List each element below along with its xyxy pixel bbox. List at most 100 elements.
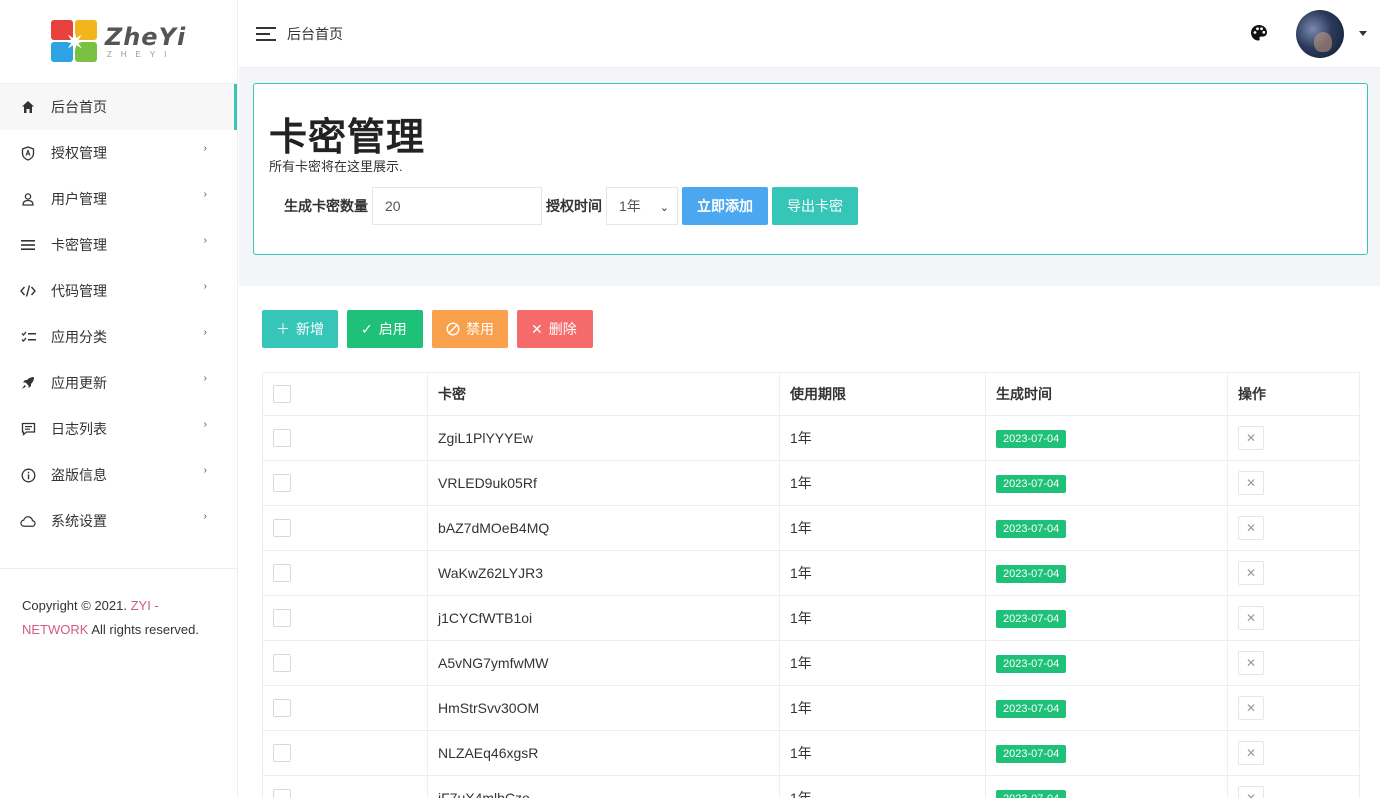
ban-icon	[446, 322, 460, 336]
card-period: 1年	[779, 550, 986, 596]
column-header-actions: 操作	[1227, 372, 1360, 416]
code-icon	[20, 283, 36, 299]
row-checkbox[interactable]	[273, 744, 291, 763]
table-header-row: 卡密 使用期限 生成时间 操作	[262, 372, 1360, 416]
card-period: 1年	[779, 415, 986, 461]
menu-toggle-icon[interactable]	[256, 26, 276, 41]
card-table: 卡密 使用期限 生成时间 操作 ZgiL1PlYYYEw 1年 2023-07-…	[262, 372, 1360, 798]
card-key: VRLED9uk05Rf	[427, 460, 780, 506]
row-delete-button[interactable]: ✕	[1238, 696, 1264, 720]
delete-button[interactable]: ✕ 删除	[517, 310, 593, 348]
sidebar-item-settings[interactable]: 系统设置 ›	[0, 498, 237, 544]
row-delete-button[interactable]: ✕	[1238, 651, 1264, 675]
row-checkbox[interactable]	[273, 474, 291, 493]
row-delete-button[interactable]: ✕	[1238, 786, 1264, 798]
sidebar-item-label: 盗版信息	[51, 467, 107, 483]
sidebar-item-label: 系统设置	[51, 513, 107, 529]
palette-icon[interactable]	[1250, 24, 1268, 45]
sidebar-item-label: 卡密管理	[51, 237, 107, 253]
page-subtitle: 所有卡密将在这里展示.	[269, 159, 403, 174]
sidebar-item-label: 代码管理	[51, 283, 107, 299]
date-badge: 2023-07-04	[996, 699, 1067, 718]
row-delete-button[interactable]: ✕	[1238, 516, 1264, 540]
column-header-created[interactable]: 生成时间	[985, 372, 1228, 416]
row-delete-button[interactable]: ✕	[1238, 741, 1264, 765]
time-select-value: 1年	[619, 198, 641, 214]
chevron-right-icon: ›	[203, 511, 207, 522]
chevron-right-icon: ›	[203, 143, 207, 154]
row-delete-button[interactable]: ✕	[1238, 426, 1264, 450]
sidebar-item-label: 日志列表	[51, 421, 107, 437]
sidebar-item-label: 应用分类	[51, 329, 107, 345]
date-badge: 2023-07-04	[996, 474, 1067, 493]
row-checkbox[interactable]	[273, 564, 291, 583]
row-checkbox[interactable]	[273, 609, 291, 628]
table-row: bAZ7dMOeB4MQ 1年 2023-07-04 ✕	[262, 505, 1360, 551]
sidebar-item-code[interactable]: 代码管理 ›	[0, 268, 237, 314]
card-key: WaKwZ62LYJR3	[427, 550, 780, 596]
count-label: 生成卡密数量	[284, 198, 368, 214]
card-key: HmStrSvv30OM	[427, 685, 780, 731]
sidebar-item-updates[interactable]: 应用更新 ›	[0, 360, 237, 406]
chevron-right-icon: ›	[203, 419, 207, 430]
shield-icon	[20, 145, 36, 161]
row-checkbox[interactable]	[273, 519, 291, 538]
table-row: A5vNG7ymfwMW 1年 2023-07-04 ✕	[262, 640, 1360, 686]
row-delete-button[interactable]: ✕	[1238, 471, 1264, 495]
card-period: 1年	[779, 730, 986, 776]
time-label: 授权时间	[546, 198, 602, 214]
select-all-checkbox[interactable]	[273, 385, 291, 404]
card-key: jF7uX4mlbCzo	[427, 775, 780, 798]
row-delete-button[interactable]: ✕	[1238, 606, 1264, 630]
table-row: j1CYCfWTB1oi 1年 2023-07-04 ✕	[262, 595, 1360, 641]
enable-button[interactable]: ✓ 启用	[347, 310, 423, 348]
chevron-down-icon: ⌄	[659, 202, 669, 214]
row-checkbox[interactable]	[273, 789, 291, 798]
export-button[interactable]: 导出卡密	[772, 187, 858, 225]
table-row: NLZAEq46xgsR 1年 2023-07-04 ✕	[262, 730, 1360, 776]
chevron-right-icon: ›	[203, 465, 207, 476]
sidebar-item-cards[interactable]: 卡密管理 ›	[0, 222, 237, 268]
row-checkbox[interactable]	[273, 429, 291, 448]
card-key: bAZ7dMOeB4MQ	[427, 505, 780, 551]
caret-down-icon[interactable]	[1359, 31, 1367, 36]
sidebar-item-authorization[interactable]: 授权管理 ›	[0, 130, 237, 176]
disable-button[interactable]: 禁用	[432, 310, 508, 348]
card-period: 1年	[779, 460, 986, 506]
row-delete-button[interactable]: ✕	[1238, 561, 1264, 585]
row-checkbox[interactable]	[273, 654, 291, 673]
sidebar-item-label: 应用更新	[51, 375, 107, 391]
date-badge: 2023-07-04	[996, 609, 1067, 628]
column-header-period[interactable]: 使用期限	[779, 372, 986, 416]
sidebar-item-categories[interactable]: 应用分类 ›	[0, 314, 237, 360]
breadcrumb[interactable]: 后台首页	[287, 24, 343, 44]
user-icon	[20, 191, 36, 207]
checklist-icon	[20, 329, 36, 345]
home-icon	[20, 99, 36, 115]
row-checkbox[interactable]	[273, 699, 291, 718]
sidebar-item-users[interactable]: 用户管理 ›	[0, 176, 237, 222]
table-toolbar: ＋新增 ✓ 启用 禁用 ✕ 删除	[262, 310, 593, 348]
generator-form: 生成卡密数量 授权时间 1年 ⌄ 立即添加 导出卡密	[284, 187, 858, 225]
card-key: ZgiL1PlYYYEw	[427, 415, 780, 461]
table-row: WaKwZ62LYJR3 1年 2023-07-04 ✕	[262, 550, 1360, 596]
table-row: ZgiL1PlYYYEw 1年 2023-07-04 ✕	[262, 415, 1360, 461]
add-now-button[interactable]: 立即添加	[682, 187, 768, 225]
card-generator-panel: 卡密管理 所有卡密将在这里展示. 生成卡密数量 授权时间 1年 ⌄ 立即添加 导…	[253, 83, 1368, 255]
add-button[interactable]: ＋新增	[262, 310, 338, 348]
card-key: A5vNG7ymfwMW	[427, 640, 780, 686]
logo-subtext: ZHEYI	[106, 49, 176, 59]
copyright: Copyright © 2021. ZYI - NETWORK All righ…	[22, 598, 199, 637]
count-input[interactable]	[372, 187, 542, 225]
sidebar-item-logs[interactable]: 日志列表 ›	[0, 406, 237, 452]
logo[interactable]: ✷ ZheYi ZHEYI	[0, 0, 237, 84]
time-select[interactable]: 1年 ⌄	[606, 187, 678, 225]
date-badge: 2023-07-04	[996, 519, 1067, 538]
sidebar: ✷ ZheYi ZHEYI 后台首页 授权管理 › 用户管理 › 卡密管理 › …	[0, 0, 238, 798]
sidebar-item-piracy[interactable]: 盗版信息 ›	[0, 452, 237, 498]
card-key: NLZAEq46xgsR	[427, 730, 780, 776]
column-header-key[interactable]: 卡密	[427, 372, 780, 416]
sidebar-item-home[interactable]: 后台首页	[0, 84, 237, 130]
avatar[interactable]	[1296, 10, 1344, 58]
table-row: VRLED9uk05Rf 1年 2023-07-04 ✕	[262, 460, 1360, 506]
